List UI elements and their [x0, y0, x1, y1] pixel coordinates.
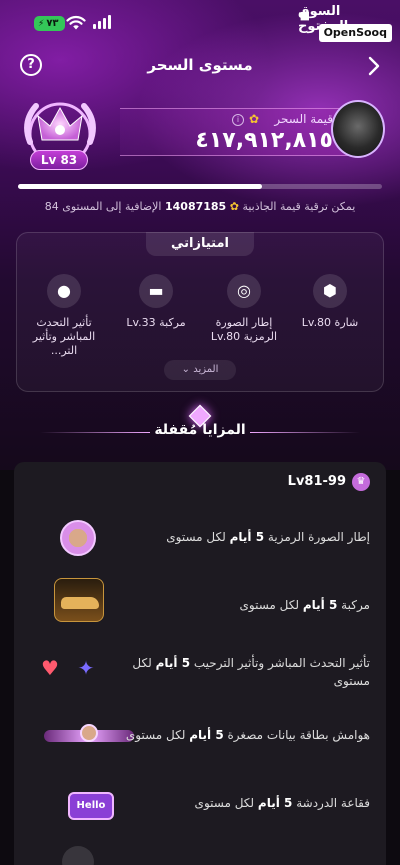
charm-value-card: i ✿ قيمة السحر ٤١٧,٩١٢,٨١٥ — [120, 100, 385, 158]
privilege-label: تأثير التحدث المباشر وتأثير التر... — [32, 316, 96, 357]
question-icon: ? — [27, 57, 35, 72]
privilege-label: مركبة Lv.33 — [126, 316, 186, 329]
car-icon: ▬ — [139, 274, 173, 308]
heart-gem-icon: ♥ — [41, 656, 59, 680]
privilege-entry-effect[interactable]: ● تأثير التحدث المباشر وتأثير التر... — [22, 274, 106, 358]
perk-name: إطار الصورة الرمزية — [267, 530, 370, 544]
perk-text: إطار الصورة الرمزية 5 أيام لكل مستوى — [120, 528, 370, 546]
charm-gem-icon: ✿ — [248, 112, 259, 126]
battery-indicator: ⚡ ٧٣ — [34, 16, 65, 31]
sparkle-icon: ✦ — [77, 656, 95, 680]
more-label: المزيد — [193, 364, 219, 375]
perk-text: مركبة 5 أيام لكل مستوى — [120, 596, 370, 614]
car-thumb — [54, 578, 104, 622]
privilege-badge[interactable]: ⬢ شارة Lv.80 — [288, 274, 372, 330]
level-range: Lv81-99 — [287, 474, 346, 489]
status-bar: ⚡٧٣ السوق المفتوح ■ OpenSooq — [0, 0, 400, 44]
page-header: ? مستوى السحر — [0, 46, 400, 86]
help-button[interactable]: ? — [20, 54, 42, 76]
crown-icon: ♛ — [352, 473, 370, 491]
locked-section-header: المزايا مُقفلة — [0, 400, 400, 450]
watermark-english: OpenSooq — [318, 24, 392, 42]
divider-right — [250, 432, 360, 433]
wifi-icon — [66, 15, 86, 30]
perk-duration: 5 أيام — [229, 530, 265, 544]
upgrade-hint-suffix: الإضافية إلى المستوى 84 — [44, 200, 162, 213]
perk-name: تأثير التحدث المباشر وتأثير الترحيب — [193, 656, 370, 670]
chat-bubble-thumb: Hello — [68, 792, 114, 820]
privilege-car[interactable]: ▬ مركبة Lv.33 — [114, 274, 198, 330]
perk-duration: 5 أيام — [189, 728, 224, 742]
perk-suffix: لكل مستوى — [125, 728, 186, 742]
perk-name: مركبة — [341, 598, 370, 612]
level-progress-track — [18, 184, 382, 189]
more-button[interactable]: ⌄ المزيد — [164, 360, 236, 380]
upgrade-amount: 14087185 — [164, 200, 227, 213]
level-progress-fill — [18, 184, 262, 189]
charm-value-label: قيمة السحر — [274, 112, 333, 126]
battery-level: ٧٣ — [46, 18, 59, 29]
microphone-icon: ● — [47, 274, 81, 308]
charm-value-number: ٤١٧,٩١٢,٨١٥ — [195, 128, 333, 153]
perk-text: هوامش بطاقة بيانات مصغرة 5 أيام لكل مستو… — [120, 726, 370, 744]
perk-suffix: لكل مستوى — [239, 598, 300, 612]
upgrade-hint-prefix: يمكن ترقية قيمة الجاذبية — [242, 200, 356, 213]
page-title: مستوى السحر — [147, 56, 253, 74]
info-icon[interactable]: i — [232, 114, 244, 126]
user-avatar[interactable] — [331, 100, 385, 158]
perk-row: إطار الصورة الرمزية 5 أيام لكل مستوى — [14, 500, 386, 590]
back-chevron-icon[interactable] — [364, 55, 384, 77]
opensooq-watermark: السوق المفتوح ■ OpenSooq — [298, 4, 394, 42]
perk-duration: 5 أيام — [155, 656, 191, 670]
upgrade-hint: يمكن ترقية قيمة الجاذبية ✿ 14087185 الإض… — [10, 200, 390, 213]
perk-text: تأثير التحدث المباشر وتأثير الترحيب 5 أي… — [120, 654, 370, 690]
upgrade-gem-icon: ✿ — [229, 200, 239, 213]
privilege-avatar-frame[interactable]: ◎ إطار الصورة الرمزية Lv.80 — [202, 274, 286, 344]
chevron-down-icon: ⌄ — [181, 364, 191, 375]
privilege-label: شارة Lv.80 — [301, 316, 359, 329]
perk-suffix: لكل مستوى — [194, 796, 255, 810]
perk-name: هوامش بطاقة بيانات مصغرة — [227, 728, 370, 742]
divider-left — [40, 432, 150, 433]
perk-duration: 5 أيام — [257, 796, 293, 810]
perk-text: فقاعة الدردشة 5 أيام لكل مستوى — [120, 794, 370, 812]
signal-icon — [93, 15, 113, 29]
level-badge-label: Lv 83 — [30, 150, 88, 170]
badge-icon: ⬢ — [313, 274, 347, 308]
perk-name: فقاعة الدردشة — [296, 796, 370, 810]
perk-duration: 5 أيام — [302, 598, 338, 612]
watermark-logo-icon: ■ — [299, 9, 310, 22]
perk-suffix: لكل مستوى — [166, 530, 226, 544]
charging-icon: ⚡ — [38, 19, 45, 29]
privileges-title: امتيازاتي — [146, 232, 254, 256]
privilege-label: إطار الصورة الرمزية Lv.80 — [210, 316, 278, 343]
avatar-frame-thumb — [60, 520, 96, 556]
locked-title: المزايا مُقفلة — [154, 422, 246, 438]
avatar-frame-icon: ◎ — [227, 274, 261, 308]
